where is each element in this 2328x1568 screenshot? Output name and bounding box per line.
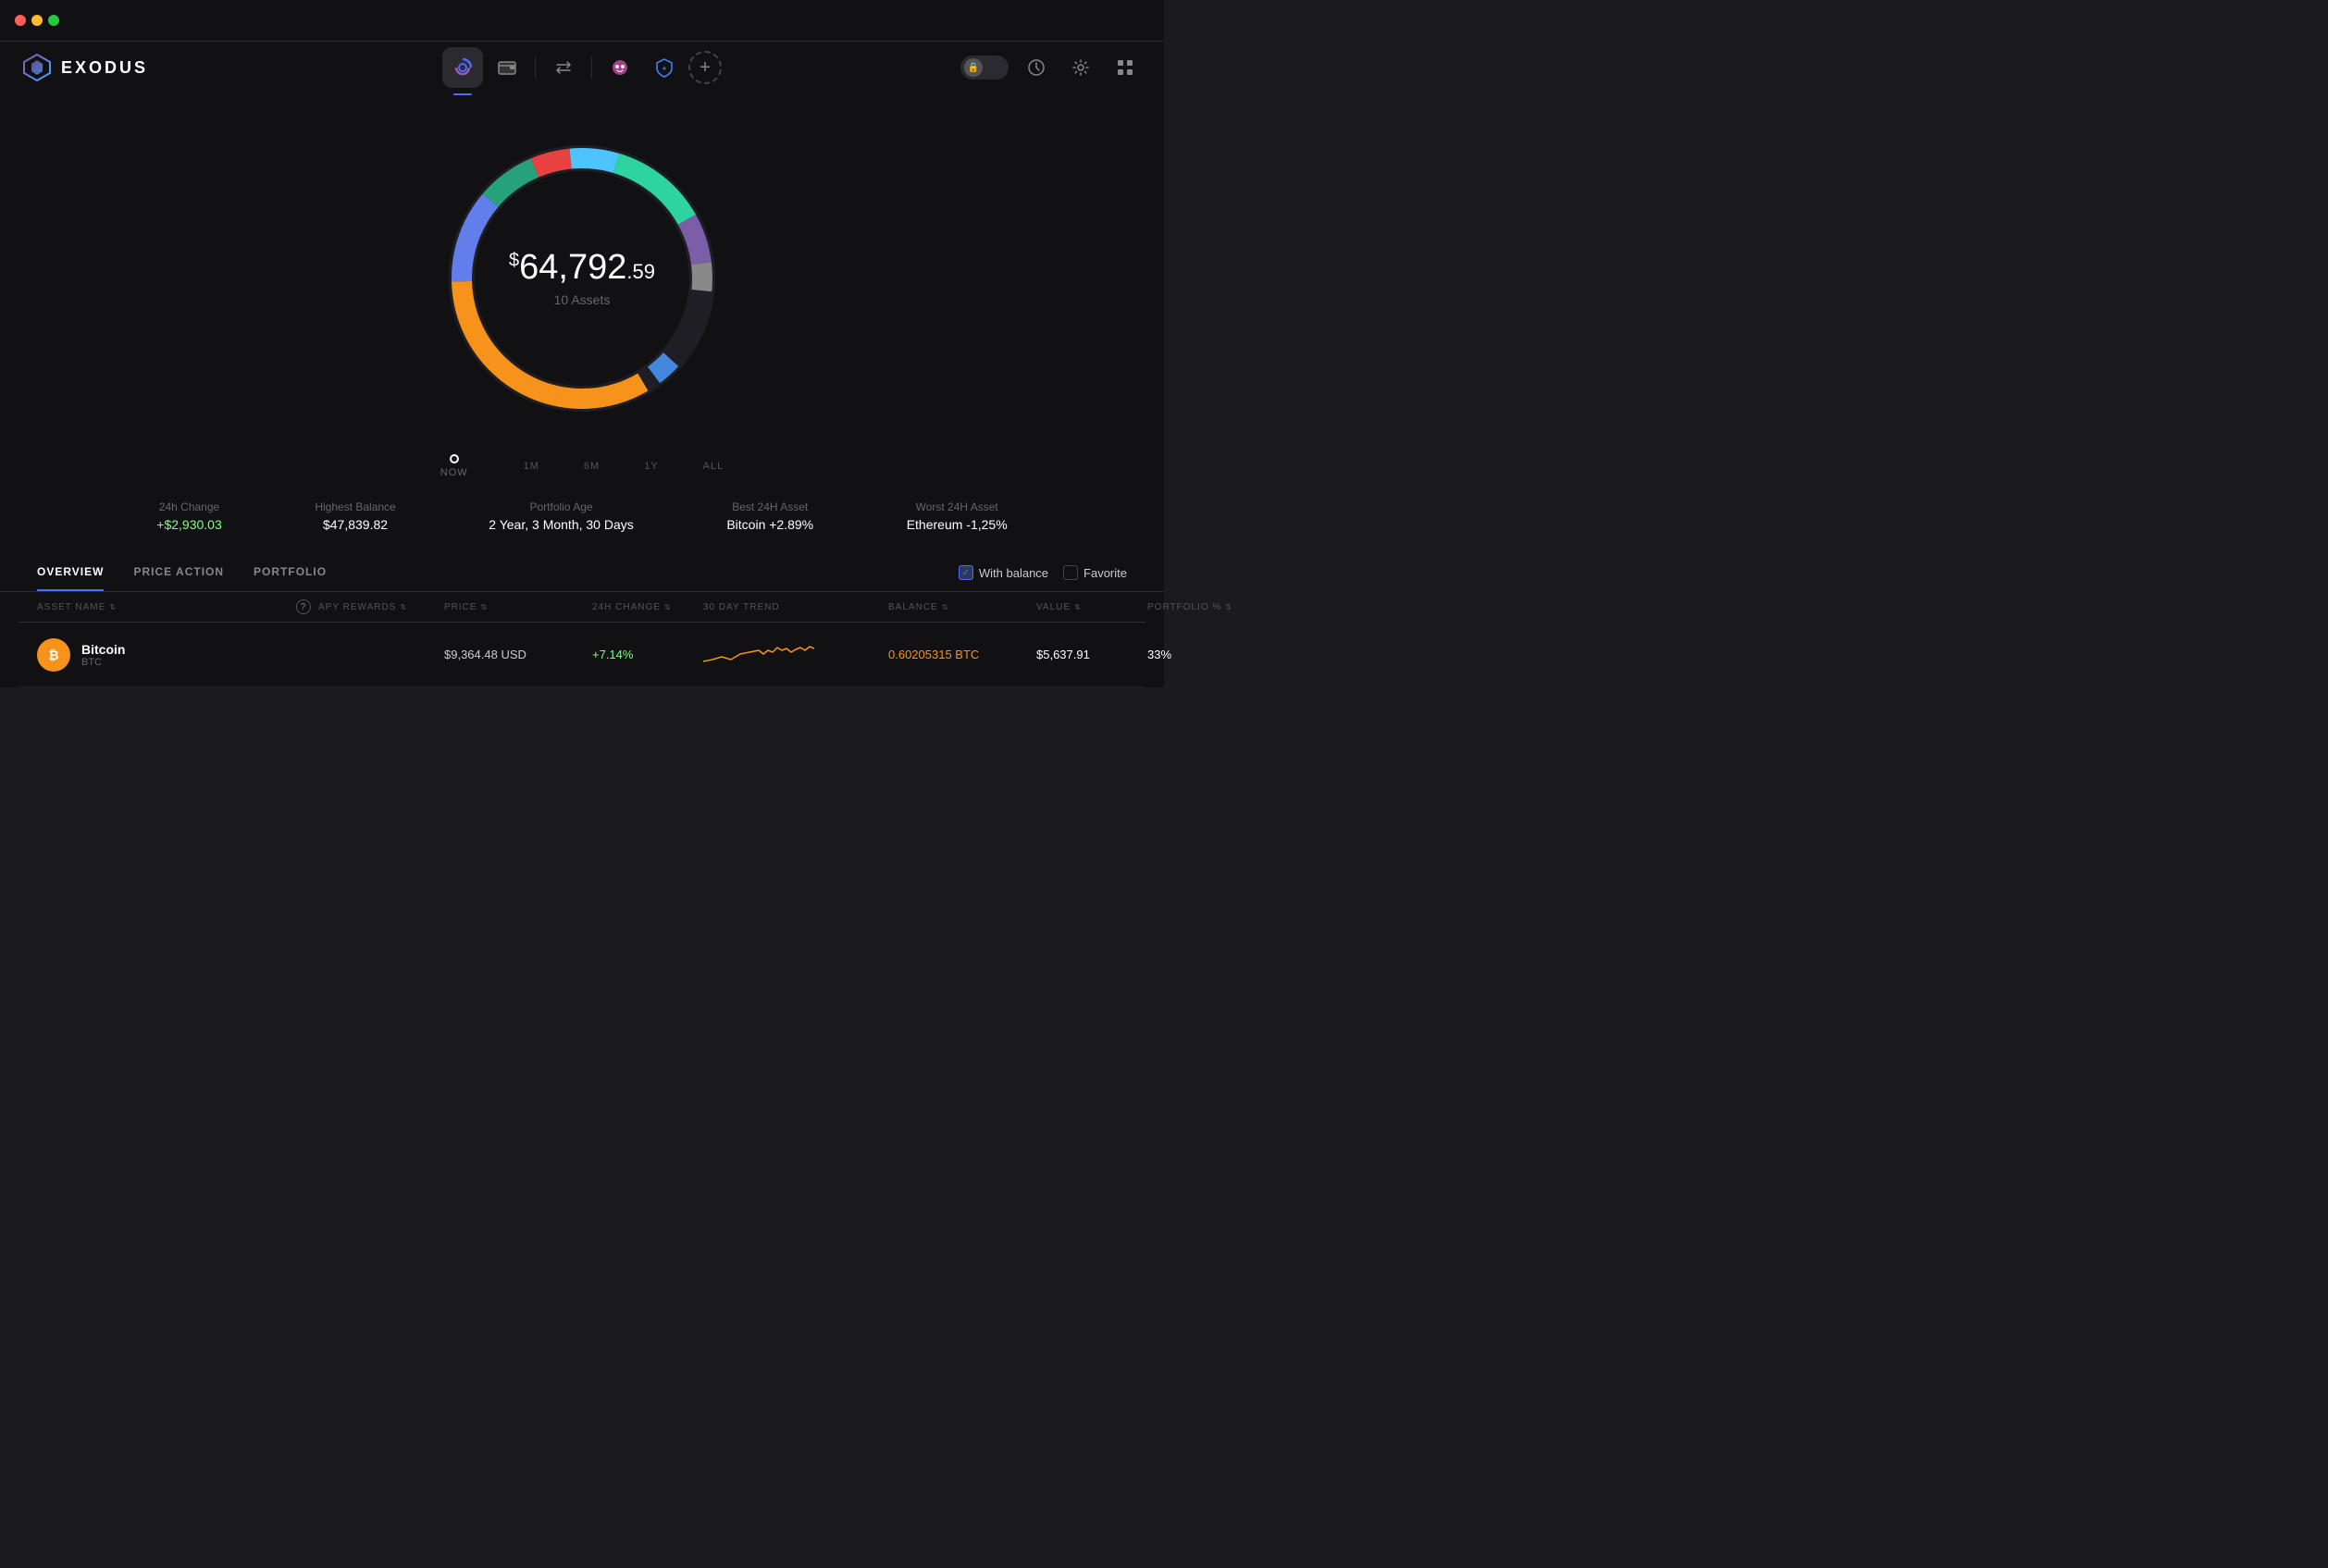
th-price[interactable]: PRICE ⇅ bbox=[444, 599, 592, 614]
sort-portfolio-icon: ⇅ bbox=[1225, 603, 1232, 611]
timeline-1y[interactable]: 1Y bbox=[644, 461, 658, 472]
nav-add-button[interactable]: + bbox=[688, 51, 722, 84]
portfolio-amount: $64,792.59 bbox=[509, 250, 655, 285]
titlebar bbox=[0, 0, 1164, 42]
bitcoin-balance: 0.60205315 BTC bbox=[888, 648, 1036, 661]
stats-row: 24h Change +$2,930.03 Highest Balance $4… bbox=[73, 500, 1091, 532]
timeline-all[interactable]: ALL bbox=[703, 461, 724, 472]
with-balance-label: With balance bbox=[979, 566, 1048, 580]
stat-portfolio-age-label: Portfolio Age bbox=[489, 500, 633, 513]
donut-center-text: $64,792.59 10 Assets bbox=[509, 250, 655, 307]
nav-portfolio[interactable] bbox=[442, 47, 483, 88]
filter-with-balance[interactable]: ✓ With balance bbox=[959, 565, 1048, 580]
asset-cell-bitcoin: ₿ Bitcoin BTC bbox=[37, 638, 296, 672]
nav-divider-2 bbox=[591, 56, 592, 79]
table-row[interactable]: ₿ Bitcoin BTC $9,364.48 USD +7.14% 0.602… bbox=[19, 623, 1145, 687]
stat-24h-change-label: 24h Change bbox=[156, 500, 221, 513]
stat-portfolio-age-value: 2 Year, 3 Month, 30 Days bbox=[489, 517, 633, 532]
th-value[interactable]: VALUE ⇅ bbox=[1036, 599, 1147, 614]
th-portfolio-pct[interactable]: PORTFOLIO % ⇅ bbox=[1147, 599, 1240, 614]
settings-button[interactable] bbox=[1064, 51, 1097, 84]
bitcoin-icon: ₿ bbox=[37, 638, 70, 672]
stat-best-asset-label: Best 24H Asset bbox=[726, 500, 813, 513]
filter-favorite[interactable]: Favorite bbox=[1063, 565, 1127, 580]
sort-price-icon: ⇅ bbox=[481, 603, 489, 611]
stat-highest-balance-value: $47,839.82 bbox=[315, 517, 395, 532]
th-apy-rewards[interactable]: ? APY REWARDS ⇅ bbox=[296, 599, 444, 614]
nav-exchange[interactable] bbox=[543, 47, 584, 88]
sort-24h-icon: ⇅ bbox=[664, 603, 672, 611]
sort-value-icon: ⇅ bbox=[1074, 603, 1082, 611]
bitcoin-price: $9,364.48 USD bbox=[444, 648, 592, 661]
tab-overview[interactable]: OVERVIEW bbox=[37, 565, 104, 591]
stat-highest-balance-label: Highest Balance bbox=[315, 500, 395, 513]
tab-price-action[interactable]: PRICE ACTION bbox=[133, 565, 224, 591]
th-asset-name[interactable]: ASSET NAME ⇅ bbox=[37, 599, 296, 614]
bitcoin-trend bbox=[703, 634, 888, 675]
nav-divider-1 bbox=[535, 56, 536, 79]
stat-highest-balance: Highest Balance $47,839.82 bbox=[315, 500, 395, 532]
stat-best-asset-value: Bitcoin +2.89% bbox=[726, 517, 813, 532]
bitcoin-portfolio-pct: 33% bbox=[1147, 648, 1240, 661]
chart-area: $64,792.59 10 Assets NOW 1M 6M 1Y ALL 24… bbox=[0, 93, 1164, 532]
lock-knob: 🔒 bbox=[964, 58, 983, 77]
grid-view-button[interactable] bbox=[1108, 51, 1142, 84]
assets-count: 10 Assets bbox=[509, 292, 655, 307]
logo: EXODUS bbox=[22, 53, 148, 82]
logo-text: EXODUS bbox=[61, 58, 148, 78]
stat-24h-change: 24h Change +$2,930.03 bbox=[156, 500, 221, 532]
table-header: ASSET NAME ⇅ ? APY REWARDS ⇅ PRICE ⇅ 24H… bbox=[19, 592, 1145, 623]
donut-chart: $64,792.59 10 Assets bbox=[425, 121, 739, 436]
svg-text:+: + bbox=[662, 65, 667, 73]
asset-table: ASSET NAME ⇅ ? APY REWARDS ⇅ PRICE ⇅ 24H… bbox=[0, 592, 1164, 687]
bitcoin-value: $5,637.91 bbox=[1036, 648, 1147, 661]
main-content: $64,792.59 10 Assets NOW 1M 6M 1Y ALL 24… bbox=[0, 93, 1164, 687]
apy-help-icon[interactable]: ? bbox=[296, 599, 311, 614]
nav-earn[interactable]: + bbox=[644, 47, 685, 88]
header: EXODUS bbox=[0, 42, 1164, 93]
bitcoin-trend-svg bbox=[703, 634, 814, 671]
stat-worst-asset-value: Ethereum -1,25% bbox=[907, 517, 1008, 532]
asset-symbol-bitcoin: BTC bbox=[81, 657, 125, 668]
th-balance[interactable]: BALANCE ⇅ bbox=[888, 599, 1036, 614]
exodus-logo-icon bbox=[22, 53, 52, 82]
stat-best-asset: Best 24H Asset Bitcoin +2.89% bbox=[726, 500, 813, 532]
minimize-button[interactable] bbox=[31, 15, 43, 26]
th-24h-change[interactable]: 24H CHANGE ⇅ bbox=[592, 599, 703, 614]
timeline-6m[interactable]: 6M bbox=[584, 461, 600, 472]
timeline-periods: 1M 6M 1Y ALL bbox=[524, 461, 724, 472]
tabs-row: OVERVIEW PRICE ACTION PORTFOLIO ✓ With b… bbox=[0, 550, 1164, 592]
timeline-dot bbox=[450, 454, 459, 463]
tab-portfolio[interactable]: PORTFOLIO bbox=[254, 565, 327, 591]
stat-worst-asset-label: Worst 24H Asset bbox=[907, 500, 1008, 513]
sort-balance-icon: ⇅ bbox=[942, 603, 949, 611]
history-button[interactable] bbox=[1020, 51, 1053, 84]
favorite-label: Favorite bbox=[1084, 566, 1127, 580]
nav-wallet[interactable] bbox=[487, 47, 527, 88]
favorite-checkbox[interactable] bbox=[1063, 565, 1078, 580]
timeline: NOW 1M 6M 1Y ALL bbox=[304, 454, 860, 478]
filter-row: ✓ With balance Favorite bbox=[959, 565, 1127, 591]
active-tab-indicator bbox=[453, 93, 472, 95]
maximize-button[interactable] bbox=[48, 15, 59, 26]
th-30-day-trend: 30 DAY TREND bbox=[703, 599, 888, 614]
stat-24h-change-value: +$2,930.03 bbox=[156, 517, 221, 532]
with-balance-checkbox[interactable]: ✓ bbox=[959, 565, 973, 580]
timeline-1m[interactable]: 1M bbox=[524, 461, 539, 472]
close-button[interactable] bbox=[15, 15, 26, 26]
bitcoin-24h-change: +7.14% bbox=[592, 648, 703, 661]
nav-right: 🔒 bbox=[960, 51, 1142, 84]
sort-asset-name-icon: ⇅ bbox=[109, 603, 117, 611]
stat-portfolio-age: Portfolio Age 2 Year, 3 Month, 30 Days bbox=[489, 500, 633, 532]
traffic-lights bbox=[15, 15, 59, 26]
nav-center: + + bbox=[442, 47, 722, 88]
nav-apps[interactable] bbox=[600, 47, 640, 88]
stat-worst-asset: Worst 24H Asset Ethereum -1,25% bbox=[907, 500, 1008, 532]
timeline-now-label: NOW bbox=[440, 467, 468, 478]
asset-info: Bitcoin BTC bbox=[81, 642, 125, 668]
timeline-now: NOW bbox=[440, 454, 468, 478]
lock-toggle[interactable]: 🔒 bbox=[960, 56, 1009, 80]
sort-apy-icon: ⇅ bbox=[400, 603, 407, 611]
asset-name-bitcoin: Bitcoin bbox=[81, 642, 125, 657]
